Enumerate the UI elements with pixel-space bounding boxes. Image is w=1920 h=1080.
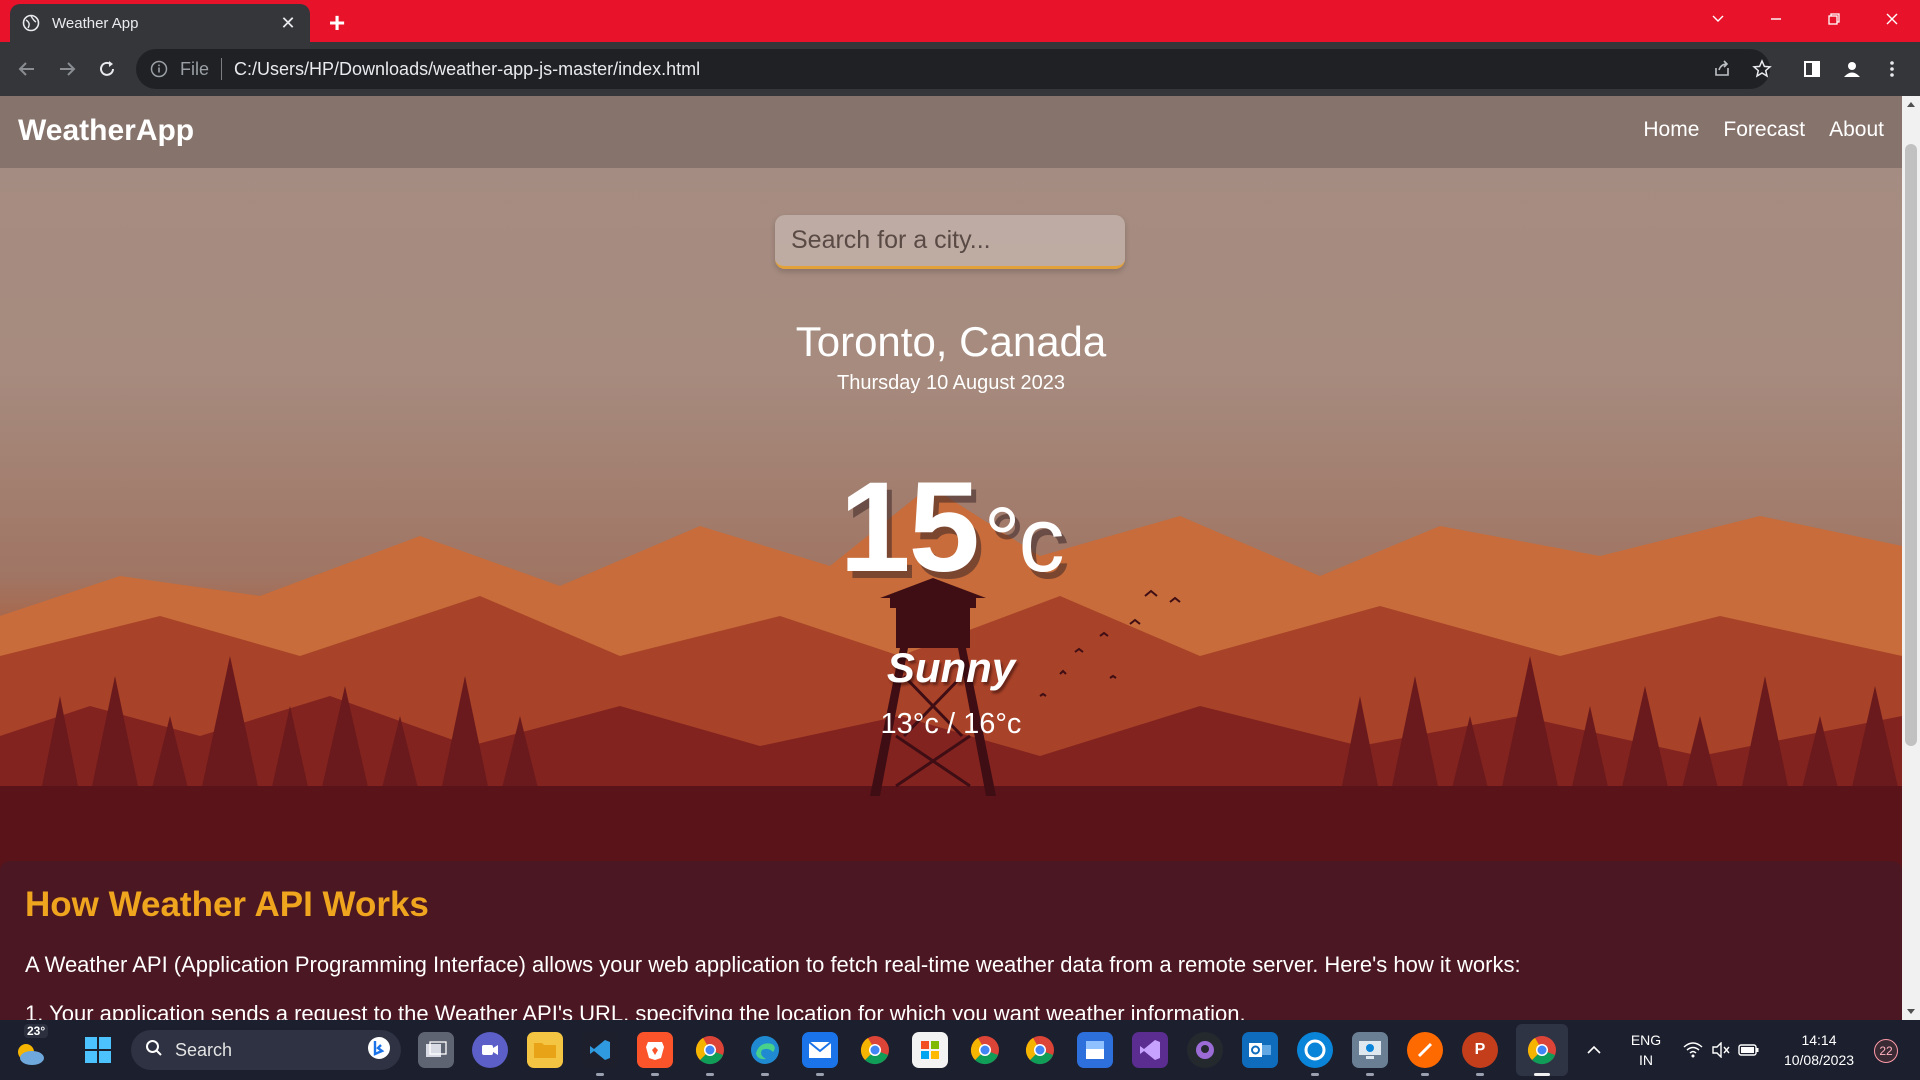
chrome-profile-4-icon[interactable] <box>1022 1032 1058 1068</box>
battery-icon[interactable] <box>1736 1032 1762 1068</box>
chevron-down-icon[interactable] <box>1690 0 1746 38</box>
region-code: IN <box>1639 1052 1653 1068</box>
search-icon <box>145 1039 163 1062</box>
browser-tab[interactable]: Weather App ✕ <box>10 4 310 42</box>
file-explorer-icon[interactable] <box>527 1032 563 1068</box>
chrome-active-icon[interactable] <box>1524 1032 1560 1068</box>
side-panel-icon[interactable] <box>1797 54 1827 84</box>
site-info-icon[interactable] <box>150 60 168 78</box>
brave-browser-icon[interactable] <box>637 1032 673 1068</box>
language-code: ENG <box>1630 1032 1662 1048</box>
forward-arrow-icon[interactable] <box>52 54 82 84</box>
running-indicator <box>706 1073 714 1076</box>
remote-desktop-icon[interactable] <box>1352 1032 1388 1068</box>
weather-condition: Sunny <box>886 644 1016 691</box>
outlook-icon[interactable] <box>1242 1032 1278 1068</box>
new-tab-button[interactable]: + <box>322 7 352 38</box>
postman-icon[interactable] <box>1407 1032 1443 1068</box>
github-desktop-icon[interactable] <box>1187 1032 1223 1068</box>
bookmark-star-icon[interactable] <box>1747 54 1777 84</box>
browser-toolbar: File C:/Users/HP/Downloads/weather-app-j… <box>0 42 1920 96</box>
more-menu-icon[interactable] <box>1877 54 1907 84</box>
running-indicator <box>1311 1073 1319 1076</box>
windows-start-icon[interactable] <box>80 1032 116 1068</box>
teams-chat-icon[interactable] <box>472 1032 508 1068</box>
nav-link-about[interactable]: About <box>1829 118 1884 142</box>
globe-icon <box>22 14 40 32</box>
profile-icon[interactable] <box>1837 54 1867 84</box>
share-icon[interactable] <box>1707 54 1737 84</box>
restore-icon[interactable] <box>1806 0 1862 38</box>
windows-taskbar: 23° Search P ENG IN 14:14 10/08/2023 22 <box>0 1020 1920 1080</box>
divider <box>221 58 223 80</box>
browser-tab-strip: Weather App ✕ + <box>0 0 1920 42</box>
address-bar[interactable]: File C:/Users/HP/Downloads/weather-app-j… <box>136 49 1770 89</box>
active-indicator <box>1534 1073 1550 1076</box>
edge-browser-icon[interactable] <box>747 1032 783 1068</box>
wifi-icon[interactable] <box>1680 1032 1706 1068</box>
scroll-down-arrow-icon[interactable] <box>1902 1004 1920 1020</box>
temperature-unit: °c <box>983 489 1065 591</box>
volume-muted-icon[interactable] <box>1708 1032 1734 1068</box>
chevron-up-icon[interactable] <box>1580 1032 1608 1068</box>
url-text[interactable]: C:/Users/HP/Downloads/weather-app-js-mas… <box>234 59 700 80</box>
close-window-icon[interactable] <box>1864 0 1920 38</box>
api-info-section: How Weather API Works A Weather API (App… <box>0 861 1902 1020</box>
info-heading: How Weather API Works <box>25 885 429 924</box>
running-indicator <box>596 1073 604 1076</box>
running-indicator <box>1476 1073 1484 1076</box>
running-indicator <box>761 1073 769 1076</box>
clock-time: 14:14 <box>1801 1032 1837 1048</box>
tab-title: Weather App <box>52 14 139 32</box>
vscode-icon[interactable] <box>582 1032 618 1068</box>
clock[interactable]: 14:14 10/08/2023 <box>1770 1030 1868 1070</box>
info-step-1: 1. Your application sends a request to t… <box>25 1001 1246 1020</box>
edge-beta-icon[interactable] <box>1297 1032 1333 1068</box>
nav-link-home[interactable]: Home <box>1643 118 1699 142</box>
nav-links: Home Forecast About <box>1643 118 1884 142</box>
brand-logo[interactable]: WeatherApp <box>18 114 194 148</box>
page-viewport: WeatherApp Home Forecast About Toronto, … <box>0 96 1902 1020</box>
taskbar-search-label: Search <box>175 1039 233 1060</box>
running-indicator <box>1421 1073 1429 1076</box>
microsoft-store-icon[interactable] <box>912 1032 948 1068</box>
info-paragraph: A Weather API (Application Programming I… <box>25 952 1521 977</box>
weather-temperature-badge: 23° <box>24 1024 49 1038</box>
city-search-input[interactable] <box>775 215 1125 269</box>
scheme-label: File <box>180 58 210 79</box>
powerpoint-icon[interactable]: P <box>1462 1032 1498 1068</box>
notification-badge[interactable]: 22 <box>1874 1039 1898 1063</box>
nav-link-forecast[interactable]: Forecast <box>1723 118 1805 142</box>
clock-date: 10/08/2023 <box>1783 1052 1855 1068</box>
temperature-value: 15 <box>839 456 979 599</box>
page-scrollbar[interactable] <box>1902 96 1920 1020</box>
reload-icon[interactable] <box>92 54 122 84</box>
current-date: Thursday 10 August 2023 <box>837 372 1065 394</box>
temperature-display: 15°c <box>0 454 1902 601</box>
chrome-profile-3-icon[interactable] <box>967 1032 1003 1068</box>
mail-icon[interactable] <box>802 1032 838 1068</box>
running-indicator <box>651 1073 659 1076</box>
running-indicator <box>816 1073 824 1076</box>
visual-studio-icon[interactable] <box>1132 1032 1168 1068</box>
scrollbar-thumb[interactable] <box>1905 144 1917 746</box>
close-tab-icon[interactable]: ✕ <box>278 13 298 33</box>
language-indicator[interactable]: ENG IN <box>1620 1030 1672 1070</box>
hi-low-temperature: 13°c / 16°c <box>880 708 1022 740</box>
minimize-icon[interactable] <box>1748 0 1804 38</box>
location-title: Toronto, Canada <box>795 318 1107 365</box>
scroll-up-arrow-icon[interactable] <box>1902 96 1920 112</box>
chrome-profile-2-icon[interactable] <box>857 1032 893 1068</box>
chrome-profile-t-icon[interactable] <box>692 1032 728 1068</box>
top-navbar: WeatherApp Home Forecast About <box>0 96 1902 168</box>
running-indicator <box>1366 1073 1374 1076</box>
back-arrow-icon[interactable] <box>12 54 42 84</box>
taskbar-search-box[interactable]: Search <box>131 1030 401 1070</box>
task-view-icon[interactable] <box>418 1032 454 1068</box>
word-document-icon[interactable] <box>1077 1032 1113 1068</box>
bing-icon[interactable] <box>367 1036 391 1065</box>
